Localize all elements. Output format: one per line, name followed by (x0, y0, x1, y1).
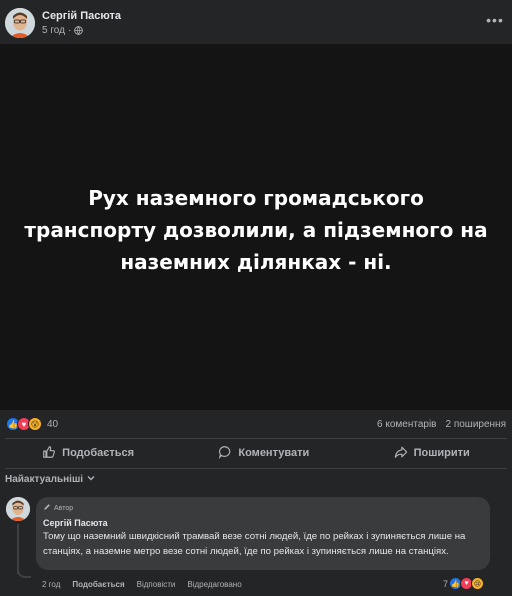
divider (5, 438, 507, 439)
more-options-icon[interactable]: ••• (484, 12, 506, 28)
engagement-counts: 6 коментарів 2 поширення (377, 419, 506, 430)
comment-bubble-icon (218, 445, 232, 462)
meta-separator: · (67, 25, 72, 36)
sad-reaction-icon: 😢 (471, 577, 485, 590)
comment-label: Коментувати (238, 447, 310, 459)
comment-author-avatar[interactable] (6, 497, 30, 521)
like-button[interactable]: Подобається (42, 445, 134, 462)
share-label: Поширити (413, 447, 470, 459)
comments-sort-dropdown[interactable]: Найактуальніші (5, 474, 95, 485)
post-time[interactable]: 5 год (42, 25, 65, 36)
post-author-name[interactable]: Сергій Пасюта (42, 10, 121, 22)
post-actions: Подобається Коментувати Поширити (0, 441, 512, 465)
comments-count[interactable]: 6 коментарів (377, 419, 436, 430)
share-button[interactable]: Поширити (394, 445, 470, 462)
chevron-down-icon (87, 474, 95, 485)
comment-time[interactable]: 2 год (42, 580, 60, 589)
comment-like-button[interactable]: Подобається (72, 580, 124, 589)
author-badge-label: Автор (54, 504, 74, 512)
comments-sort-label: Найактуальніші (5, 474, 84, 485)
author-avatar[interactable] (5, 8, 35, 38)
comment-edited-label[interactable]: Відредаговано (187, 580, 241, 589)
thumbs-up-icon (42, 445, 56, 462)
comment-button[interactable]: Коментувати (218, 445, 309, 462)
like-label: Подобається (62, 447, 135, 459)
share-arrow-icon (394, 445, 408, 462)
post-meta: 5 год · (42, 25, 84, 36)
comment-footer: 2 год Подобається Відповісти Відредагова… (42, 580, 242, 589)
comment-text: Тому що наземний швидкісний трамвай везе… (43, 531, 466, 557)
reaction-count[interactable]: 40 (47, 419, 58, 430)
shares-count[interactable]: 2 поширення (445, 419, 506, 430)
comment-reactions[interactable]: 7 👍 ♥ 😢 (443, 577, 485, 590)
reaction-icons[interactable]: 👍 ♥ 😮 (6, 417, 42, 431)
wow-reaction-icon: 😮 (28, 417, 42, 431)
comment-item: Автор Сергій Пасюта Тому що наземний шви… (0, 494, 512, 594)
post-text: Рух наземного громадського транспорту до… (24, 186, 488, 274)
globe-icon (74, 26, 84, 35)
reactions-bar: 👍 ♥ 😮 40 6 коментарів 2 поширення (0, 413, 512, 435)
comment-reaction-count: 7 (443, 578, 449, 589)
pencil-icon (43, 503, 51, 513)
author-badge: Автор (43, 503, 483, 513)
divider (5, 468, 507, 469)
comment-reply-button[interactable]: Відповісти (137, 580, 176, 589)
comment-author-name[interactable]: Сергій Пасюта (43, 518, 483, 528)
post-header: Сергій Пасюта 5 год · ••• (0, 0, 512, 44)
post-text-image[interactable]: Рух наземного громадського транспорту до… (0, 44, 512, 410)
comment-bubble: Автор Сергій Пасюта Тому що наземний шви… (36, 497, 490, 570)
thread-curve (17, 566, 31, 578)
